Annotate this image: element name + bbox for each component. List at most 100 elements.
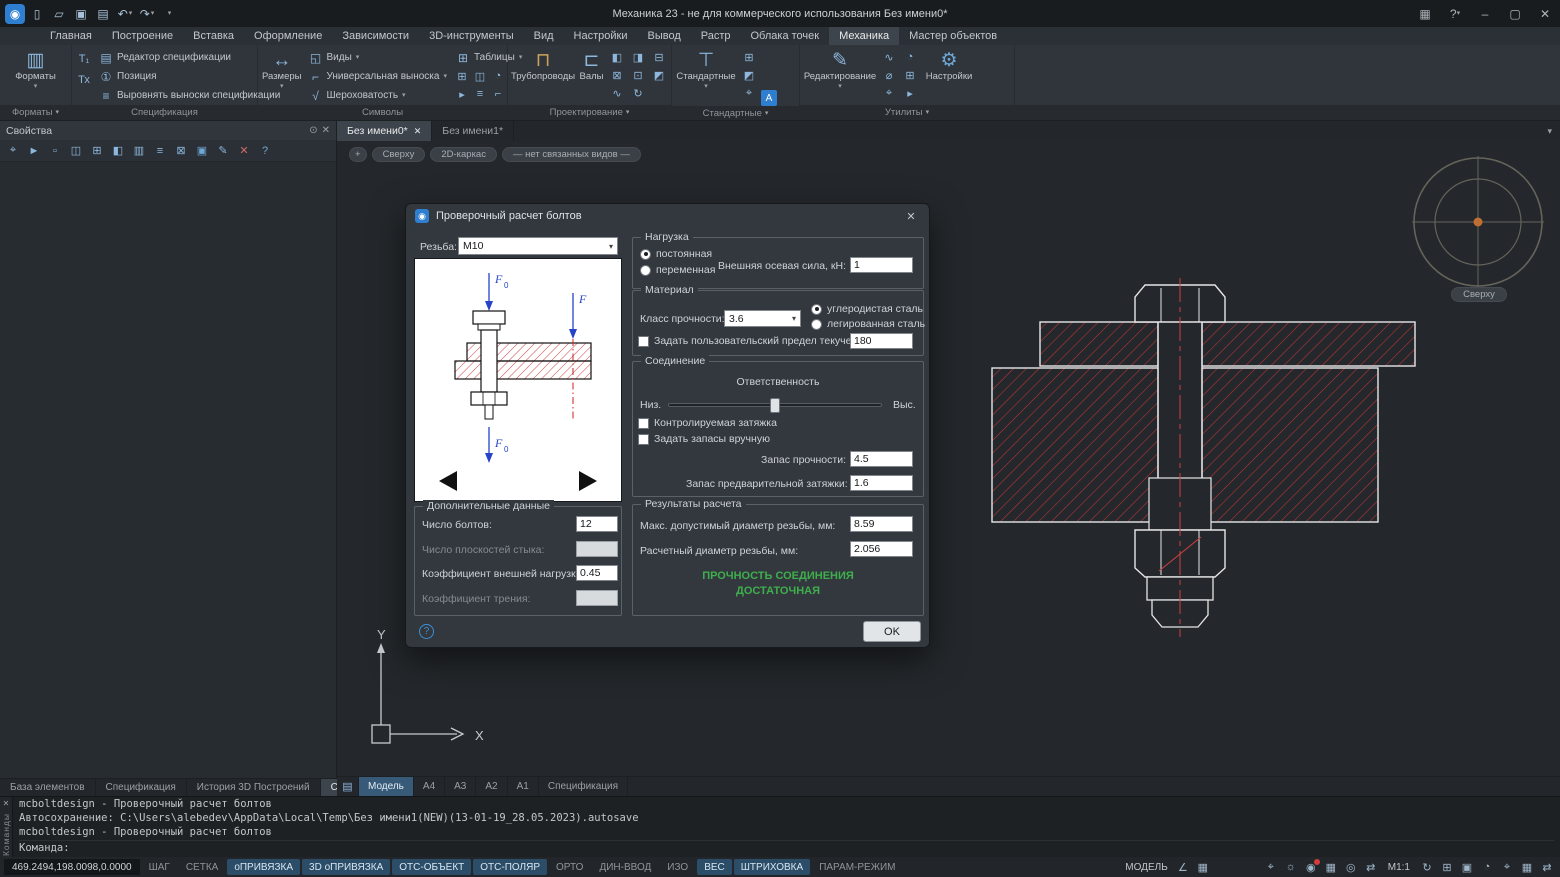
views-button[interactable]: ◱ Виды ▾ [305, 48, 449, 67]
toggle-dynamic-input[interactable]: ДИН-ВВОД [592, 859, 658, 875]
load-variable-radio[interactable]: переменная [640, 264, 715, 276]
tab-element-base[interactable]: База элементов [0, 779, 96, 796]
toggle-param-mode[interactable]: ПАРАМ-РЕЖИМ [812, 859, 902, 875]
symbol-tool-button[interactable]: ⊞ [453, 67, 471, 85]
command-input-line[interactable]: Команда: [19, 840, 1554, 855]
menu-rastr[interactable]: Растр [691, 27, 741, 45]
controlled-tightening-checkbox[interactable]: Контролируемая затяжка [638, 417, 777, 429]
panel-tool-button[interactable]: ◫ [66, 142, 86, 160]
status-icon[interactable]: ▦ [1194, 859, 1212, 875]
doc-tab-1[interactable]: Без имени1* [432, 121, 514, 141]
dimensions-button[interactable]: ↔ Размеры ▾ [261, 48, 302, 92]
standard-tool-button[interactable]: ◩ [740, 66, 758, 84]
group-label-symbols[interactable]: Символы [258, 105, 507, 120]
maximize-button[interactable]: ▢ [1500, 0, 1530, 27]
status-icon[interactable]: ◎ [1342, 859, 1360, 875]
sheet-tab-a1[interactable]: А1 [508, 777, 539, 796]
symbol-tool-button[interactable]: ⌐ [489, 85, 507, 103]
sheet-set-button[interactable]: ▦ [1410, 0, 1440, 27]
redo-button[interactable]: ↷▾ [137, 4, 157, 24]
properties-panel-body[interactable] [0, 162, 336, 778]
menu-vyvod[interactable]: Вывод [637, 27, 690, 45]
utility-tool-button[interactable]: ▸ [901, 84, 919, 102]
symbol-tool-button[interactable]: ▸ [453, 85, 471, 103]
toggle-3d-osnap[interactable]: 3D оПРИВЯЗКА [302, 859, 390, 875]
group-label-utilities[interactable]: Утилиты▾ [800, 105, 1014, 120]
status-icon[interactable]: ⇄ [1362, 859, 1380, 875]
toggle-otrack-polar[interactable]: ОТС-ПОЛЯР [473, 859, 547, 875]
utility-tool-button[interactable]: ⌖ [880, 84, 898, 102]
settings-button[interactable]: ⚙ Настройки [922, 48, 976, 84]
design-tool-button[interactable]: ⊟ [650, 48, 668, 66]
bolt-count-input[interactable] [576, 516, 618, 532]
panel-help-button[interactable]: ? [255, 142, 275, 160]
toggle-ortho[interactable]: ОРТО [549, 859, 590, 875]
shafts-button[interactable]: ⊏ Валы [578, 48, 605, 84]
alloy-steel-radio[interactable]: легированная сталь [811, 318, 925, 330]
minimize-button[interactable]: – [1470, 0, 1500, 27]
design-tool-button[interactable]: ⊡ [629, 66, 647, 84]
symbol-tool-button[interactable]: ≡ [471, 85, 489, 103]
formats-button[interactable]: ▥ Форматы ▾ [7, 48, 65, 92]
sheet-list-icon[interactable]: ▤ [337, 777, 359, 796]
menu-vid[interactable]: Вид [524, 27, 564, 45]
print-button[interactable]: ▤ [93, 4, 113, 24]
align-leaders-button[interactable]: ≡ Выровнять выноски спецификации [96, 86, 283, 105]
sheet-tab-a3[interactable]: А3 [445, 777, 476, 796]
panel-tool-button[interactable]: ▣ [192, 142, 212, 160]
open-file-button[interactable]: ▱ [49, 4, 69, 24]
status-icon[interactable]: ⌖ [1262, 859, 1280, 875]
position-button[interactable]: ① Позиция [96, 67, 283, 86]
linked-views-control[interactable]: — нет связанных видов — [502, 147, 641, 162]
qat-customize-button[interactable]: ▾ [159, 4, 179, 24]
status-icon[interactable]: ⇄ [1538, 859, 1556, 875]
panel-tool-button[interactable]: ▥ [129, 142, 149, 160]
status-icon[interactable]: ▦ [1322, 859, 1340, 875]
status-icon[interactable]: ⊞ [1438, 859, 1456, 875]
menu-glavnaya[interactable]: Главная [40, 27, 102, 45]
panel-tool-button[interactable]: ▫ [45, 142, 65, 160]
sheet-tab-a2[interactable]: А2 [476, 777, 507, 796]
universal-leader-button[interactable]: ⌐ Универсальная выноска ▾ [305, 67, 449, 86]
menu-nastrojki[interactable]: Настройки [564, 27, 638, 45]
command-history[interactable]: mcboltdesign - Проверочный расчет болтов… [13, 797, 1560, 857]
toggle-lineweight[interactable]: ВЕС [697, 859, 732, 875]
close-icon[interactable]: ✕ [414, 126, 422, 137]
help-button[interactable]: ?▾ [1440, 0, 1470, 27]
design-tool-button[interactable]: ◨ [629, 48, 647, 66]
menu-mehanika[interactable]: Механика [829, 27, 899, 45]
roughness-button[interactable]: √ Шероховатость ▾ [305, 86, 449, 105]
symbol-tool-button[interactable]: ◔ [489, 67, 507, 85]
preview-prev-button[interactable] [439, 471, 457, 491]
menu-master-obektov[interactable]: Мастер объектов [899, 27, 1007, 45]
menu-postroenie[interactable]: Построение [102, 27, 183, 45]
menu-oblaka-tochek[interactable]: Облака точек [741, 27, 830, 45]
status-icon[interactable]: ◔ [1478, 859, 1496, 875]
design-tool-button[interactable]: ◩ [650, 66, 668, 84]
new-file-button[interactable]: ▯ [27, 4, 47, 24]
panel-tool-button[interactable]: ⌖ [3, 142, 23, 160]
toggle-otrack-object[interactable]: ОТС-ОБЪЕКТ [392, 859, 471, 875]
custom-yield-checkbox[interactable]: Задать пользовательский предел текучести… [638, 335, 870, 347]
axial-force-input[interactable] [850, 257, 913, 273]
toggle-osnap[interactable]: оПРИВЯЗКА [227, 859, 300, 875]
panel-tool-button[interactable]: ⊞ [87, 142, 107, 160]
notification-icon[interactable]: ◉ [1302, 859, 1320, 875]
safety-margin-input[interactable] [850, 451, 913, 467]
status-icon[interactable]: ▣ [1458, 859, 1476, 875]
utility-tool-button[interactable]: ◔ [901, 48, 919, 66]
utility-tool-button[interactable]: ∿ [880, 48, 898, 66]
undo-button[interactable]: ↶▾ [115, 4, 135, 24]
design-tool-button[interactable]: ↻ [629, 84, 647, 102]
navigation-wheel[interactable] [1410, 154, 1546, 290]
status-icon[interactable]: ▦ [1518, 859, 1536, 875]
ok-button[interactable]: OK [863, 621, 921, 642]
sheet-tab-model[interactable]: Модель [359, 777, 414, 796]
panel-tool-button[interactable]: ≡ [150, 142, 170, 160]
scale-control[interactable]: М1:1 [1382, 862, 1416, 873]
wheel-view-label[interactable]: Сверху [1451, 287, 1507, 302]
model-space-label[interactable]: МОДЕЛЬ [1121, 862, 1171, 873]
status-icon[interactable]: ⌖ [1498, 859, 1516, 875]
preview-next-button[interactable] [579, 471, 597, 491]
sheet-tab-a4[interactable]: А4 [414, 777, 445, 796]
